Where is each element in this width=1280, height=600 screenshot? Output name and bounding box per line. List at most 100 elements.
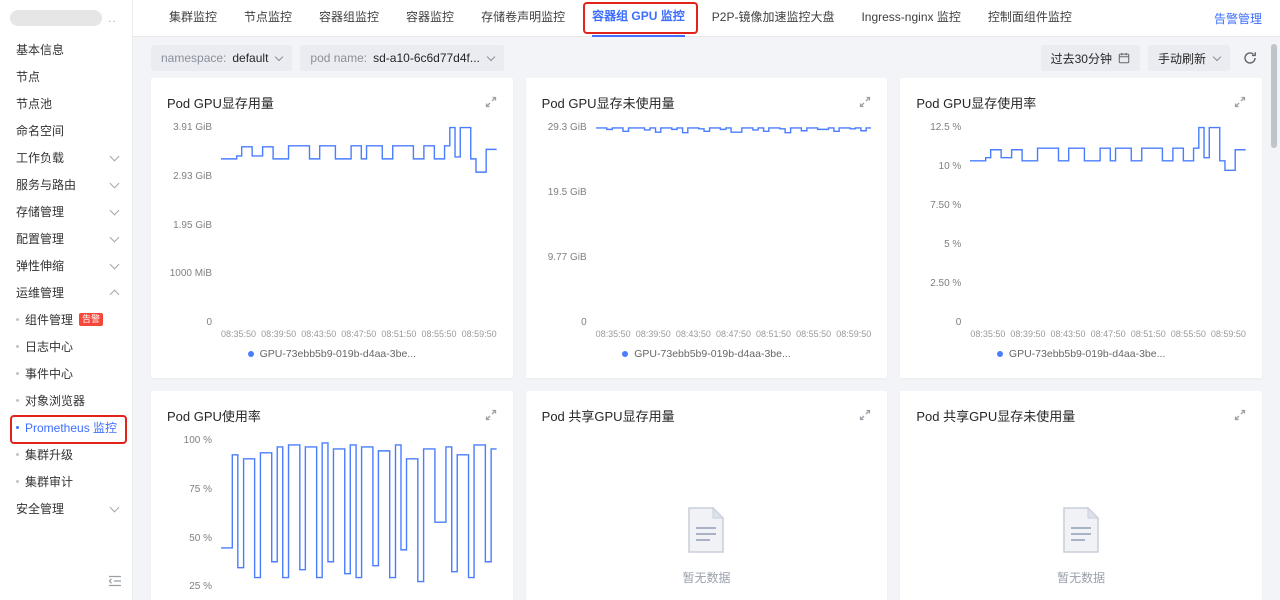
namespace-select[interactable]: namespace: default	[151, 45, 292, 71]
sidebar-item-basic-info[interactable]: 基本信息	[0, 36, 132, 63]
sidebar-item-object-browser[interactable]: 对象浏览器	[0, 387, 132, 414]
x-tick-label: 08:51:50	[1131, 329, 1166, 339]
sidebar-item-prometheus-monitoring[interactable]: Prometheus 监控	[0, 414, 132, 441]
pod-name-label: pod name:	[310, 51, 367, 65]
chart-card-header: Pod 共享GPU显存未使用量	[916, 405, 1246, 425]
tab-label: Ingress-nginx 监控	[861, 10, 960, 24]
scrollbar[interactable]	[1271, 44, 1277, 148]
chart-area: 12.5 %10 %7.50 %5 %2.50 %0	[916, 126, 1246, 324]
sidebar-item-storage-management[interactable]: 存储管理	[0, 198, 132, 225]
x-tick-label: 08:47:50	[716, 329, 751, 339]
sidebar-item-node-pools[interactable]: 节点池	[0, 90, 132, 117]
namespace-value: default	[232, 51, 268, 65]
sidebar-item-event-center[interactable]: 事件中心	[0, 360, 132, 387]
time-range-select[interactable]: 过去30分钟	[1041, 45, 1140, 71]
tab-label: 容器组 GPU 监控	[592, 9, 685, 23]
sidebar-item-namespaces[interactable]: 命名空间	[0, 117, 132, 144]
chart-line-svg	[221, 126, 497, 324]
y-tick-label: 12.5 %	[930, 122, 961, 133]
sidebar-item-cluster-audit[interactable]: 集群审计	[0, 468, 132, 495]
sidebar-item-nodes[interactable]: 节点	[0, 63, 132, 90]
sidebar-item-autoscaling[interactable]: 弹性伸缩	[0, 252, 132, 279]
sidebar-item-label: 命名空间	[16, 122, 64, 139]
y-axis-labels: 29.3 GiB19.5 GiB9.77 GiB0	[542, 122, 596, 328]
tab-p2p-image-monitor[interactable]: P2P-镜像加速监控大盘	[712, 0, 835, 35]
tab-pod-monitor[interactable]: 容器组监控	[319, 0, 379, 35]
chart-area: 100 %75 %50 %25 %0	[167, 439, 497, 600]
bullet-icon	[16, 426, 19, 429]
legend-dot-icon	[248, 351, 254, 357]
content-area: namespace: default pod name: sd-a10-6c6d…	[133, 37, 1280, 600]
chart-area: 29.3 GiB19.5 GiB9.77 GiB0	[542, 126, 872, 324]
expand-icon[interactable]	[859, 409, 871, 421]
tab-label: 节点监控	[244, 10, 292, 24]
y-tick-label: 100 %	[184, 435, 212, 446]
x-tick-label: 08:35:50	[596, 329, 631, 339]
chart-legend[interactable]: GPU-73ebb5b9-019b-d4aa-3be...	[542, 348, 872, 360]
logo-more: ..	[108, 11, 117, 25]
chart-legend[interactable]: GPU-73ebb5b9-019b-d4aa-3be...	[167, 348, 497, 360]
expand-icon[interactable]	[485, 96, 497, 108]
tab-list: 集群监控 节点监控 容器组监控容器监控存储卷声明监控 容器组 GPU 监控 P2P-镜像…	[169, 0, 1072, 37]
x-tick-label: 08:59:50	[1211, 329, 1246, 339]
x-tick-label: 08:39:50	[636, 329, 671, 339]
chart-card-grid: Pod GPU显存用量3.91 GiB2.93 GiB1.95 GiB1000 …	[151, 78, 1262, 600]
expand-icon[interactable]	[1234, 96, 1246, 108]
filter-bar: namespace: default pod name: sd-a10-6c6d…	[151, 43, 1262, 73]
sidebar-item-log-center[interactable]: 日志中心	[0, 333, 132, 360]
sidebar-item-cluster-upgrade[interactable]: 集群升级	[0, 441, 132, 468]
y-tick-label: 1000 MiB	[170, 268, 212, 279]
chevron-down-icon	[110, 151, 120, 161]
tab-node-monitor[interactable]: 节点监控	[244, 0, 292, 35]
sidebar-item-label: 运维管理	[16, 284, 64, 301]
tab-pvc-monitor[interactable]: 存储卷声明监控	[481, 0, 565, 35]
expand-icon[interactable]	[1234, 409, 1246, 421]
sidebar-item-label: 日志中心	[25, 338, 73, 355]
sidebar-item-services-routes[interactable]: 服务与路由	[0, 171, 132, 198]
chart-line-svg	[970, 126, 1246, 324]
sidebar-item-label: 基本信息	[16, 41, 64, 58]
x-tick-label: 08:43:50	[301, 329, 336, 339]
x-tick-label: 08:55:50	[421, 329, 456, 339]
y-axis-labels: 3.91 GiB2.93 GiB1.95 GiB1000 MiB0	[167, 122, 221, 328]
refresh-mode-select[interactable]: 手动刷新	[1148, 45, 1230, 71]
chart-plot	[221, 126, 497, 324]
expand-icon[interactable]	[485, 409, 497, 421]
x-tick-label: 08:55:50	[796, 329, 831, 339]
sidebar-item-component-management[interactable]: 组件管理告警	[0, 306, 132, 333]
bullet-icon	[16, 480, 19, 483]
chart-title: Pod GPU显存未使用量	[542, 93, 675, 112]
collapse-sidebar-icon[interactable]	[108, 574, 122, 592]
pod-name-value: sd-a10-6c6d77d4f...	[373, 51, 480, 65]
chevron-down-icon	[487, 52, 495, 60]
y-tick-label: 10 %	[939, 161, 962, 172]
pod-name-select[interactable]: pod name: sd-a10-6c6d77d4f...	[300, 45, 503, 71]
sidebar-item-label: 集群升级	[25, 446, 73, 463]
sidebar-item-security-management[interactable]: 安全管理	[0, 495, 132, 522]
time-range-value: 过去30分钟	[1051, 50, 1112, 67]
tab-container-monitor[interactable]: 容器监控	[406, 0, 454, 35]
y-tick-label: 50 %	[189, 533, 212, 544]
y-tick-label: 5 %	[944, 239, 961, 250]
alert-management-link[interactable]: 告警管理	[1214, 10, 1262, 27]
chart-line-svg	[221, 439, 497, 600]
refresh-button[interactable]	[1238, 46, 1262, 70]
sidebar-item-ops-management[interactable]: 运维管理	[0, 279, 132, 306]
sidebar-menu: 基本信息节点节点池命名空间工作负载服务与路由存储管理配置管理弹性伸缩运维管理组件…	[0, 36, 132, 522]
y-tick-label: 9.77 GiB	[548, 252, 587, 263]
filter-right-group: 过去30分钟 手动刷新	[1041, 45, 1262, 71]
chevron-down-icon	[1213, 52, 1221, 60]
tab-ingress-nginx-monitor[interactable]: Ingress-nginx 监控	[861, 0, 960, 35]
tab-cluster-monitor[interactable]: 集群监控	[169, 0, 217, 35]
chart-card-header: Pod 共享GPU显存用量	[542, 405, 872, 425]
sidebar-item-config-management[interactable]: 配置管理	[0, 225, 132, 252]
logo-placeholder	[10, 10, 102, 26]
alert-badge: 告警	[79, 313, 103, 326]
empty-document-icon	[685, 506, 727, 559]
chart-legend[interactable]: GPU-73ebb5b9-019b-d4aa-3be...	[916, 348, 1246, 360]
tab-pod-gpu-monitor[interactable]: 容器组 GPU 监控	[592, 0, 685, 37]
sidebar-item-workloads[interactable]: 工作负载	[0, 144, 132, 171]
chart-card-2: Pod GPU显存使用率12.5 %10 %7.50 %5 %2.50 %008…	[900, 78, 1262, 378]
expand-icon[interactable]	[859, 96, 871, 108]
tab-control-plane-monitor[interactable]: 控制面组件监控	[988, 0, 1072, 35]
